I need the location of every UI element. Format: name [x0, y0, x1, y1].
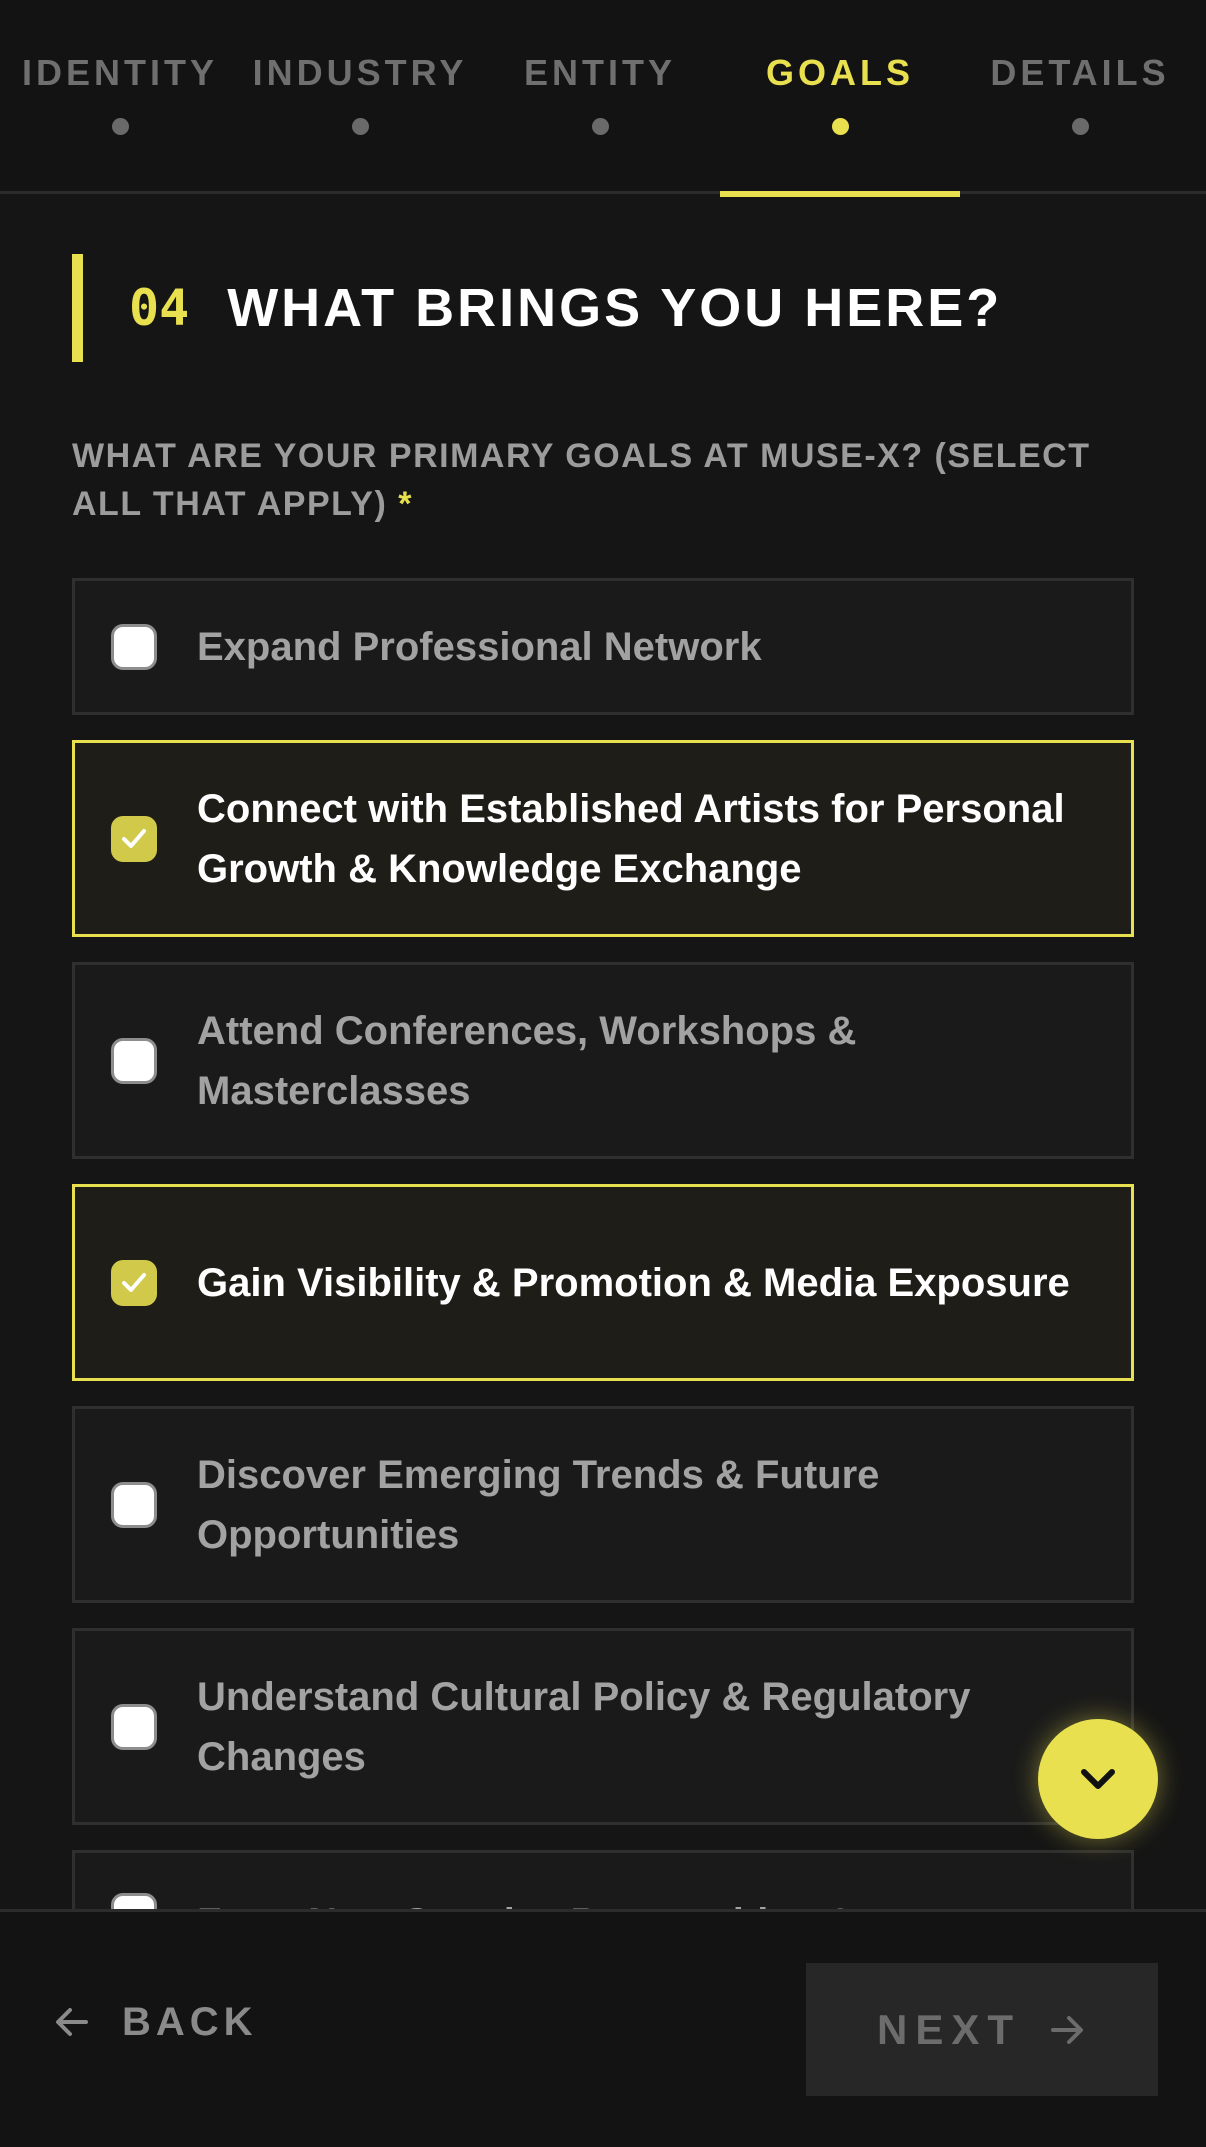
goal-option[interactable]: Form New Creative Partnerships & [72, 1850, 1134, 1911]
section-heading: 04 WHAT BRINGS YOU HERE? [72, 254, 1002, 362]
step-label: IDENTITY [21, 52, 218, 93]
option-label: Gain Visibility & Promotion & Media Expo… [197, 1260, 1070, 1305]
step-dot [111, 118, 129, 135]
goal-option[interactable]: Expand Professional Network [72, 578, 1134, 715]
scroll-down-button[interactable] [1038, 1719, 1158, 1839]
section-number: 04 [129, 279, 190, 337]
step-dot [1071, 118, 1089, 135]
required-marker: * [398, 485, 413, 523]
step-details[interactable]: DETAILS [960, 0, 1200, 194]
checkbox[interactable] [111, 1481, 157, 1528]
bottom-navigation: BACK NEXT [0, 1909, 1206, 2147]
check-icon [122, 828, 146, 848]
step-label: DETAILS [990, 52, 1170, 93]
checkbox[interactable] [111, 815, 157, 862]
goals-option-list: Expand Professional Network Connect with… [72, 578, 1134, 1911]
arrow-right-icon [1051, 2015, 1083, 2044]
option-label: Discover Emerging Trends & Future Opport… [197, 1452, 880, 1557]
step-industry[interactable]: INDUSTRY [240, 0, 480, 194]
chevron-down-icon [1081, 1769, 1115, 1789]
back-button[interactable]: BACK [52, 1972, 258, 2072]
active-step-indicator [720, 191, 960, 197]
check-icon [122, 1272, 146, 1292]
question-label: WHAT ARE YOUR PRIMARY GOALS AT MUSE-X? (… [72, 432, 1132, 528]
step-label: ENTITY [523, 52, 676, 93]
onboarding-page: IDENTITY INDUSTRY ENTITY GOALS DETAILS 0… [0, 0, 1206, 2147]
back-label: BACK [122, 1999, 258, 2044]
goal-option[interactable]: Gain Visibility & Promotion & Media Expo… [72, 1184, 1134, 1381]
checkbox[interactable] [111, 1037, 157, 1084]
next-button[interactable]: NEXT [806, 1963, 1158, 2096]
goal-option[interactable]: Discover Emerging Trends & Future Opport… [72, 1406, 1134, 1603]
next-label: NEXT [876, 2005, 1021, 2053]
checkbox[interactable] [111, 623, 157, 670]
option-label: Connect with Established Artists for Per… [197, 786, 1065, 891]
option-label: Attend Conferences, Workshops & Mastercl… [197, 1008, 857, 1113]
step-goals[interactable]: GOALS [720, 0, 960, 197]
arrow-left-icon [56, 2008, 88, 2036]
goal-option[interactable]: Understand Cultural Policy & Regulatory … [72, 1628, 1134, 1825]
step-dot [351, 118, 369, 135]
step-label: INDUSTRY [252, 52, 468, 93]
checkbox[interactable] [111, 1259, 157, 1306]
checkbox[interactable] [111, 1703, 157, 1750]
step-identity[interactable]: IDENTITY [0, 0, 240, 194]
option-label: Expand Professional Network [197, 624, 762, 669]
section-title: WHAT BRINGS YOU HERE? [227, 278, 1003, 338]
goal-option[interactable]: Connect with Established Artists for Per… [72, 740, 1134, 937]
goal-option[interactable]: Attend Conferences, Workshops & Mastercl… [72, 962, 1134, 1159]
option-label: Understand Cultural Policy & Regulatory … [197, 1674, 971, 1779]
step-dot [591, 118, 609, 135]
step-entity[interactable]: ENTITY [480, 0, 720, 194]
step-label: GOALS [765, 52, 914, 93]
question-text: WHAT ARE YOUR PRIMARY GOALS AT MUSE-X? (… [72, 437, 1091, 523]
step-dot [831, 118, 849, 135]
progress-stepper: IDENTITY INDUSTRY ENTITY GOALS DETAILS [0, 0, 1206, 197]
